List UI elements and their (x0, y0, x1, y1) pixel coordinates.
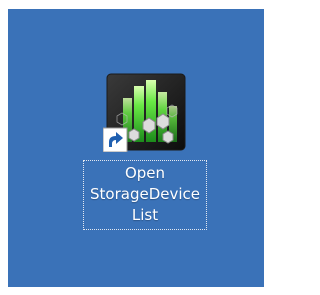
open-storage-device-list-shortcut[interactable]: Open StorageDevice List (83, 72, 209, 247)
storage-device-list-icon[interactable] (103, 72, 189, 152)
desktop-background[interactable]: Open StorageDevice List (8, 9, 264, 287)
shortcut-label-line-2: StorageDevice (90, 185, 200, 203)
window-frame: Open StorageDevice List (0, 0, 269, 295)
shortcut-label-line-1: Open (124, 164, 166, 182)
shortcut-label-line-3: List (131, 206, 159, 224)
shortcut-label[interactable]: Open StorageDevice List (83, 160, 207, 230)
shortcut-arrow-icon (103, 127, 128, 152)
